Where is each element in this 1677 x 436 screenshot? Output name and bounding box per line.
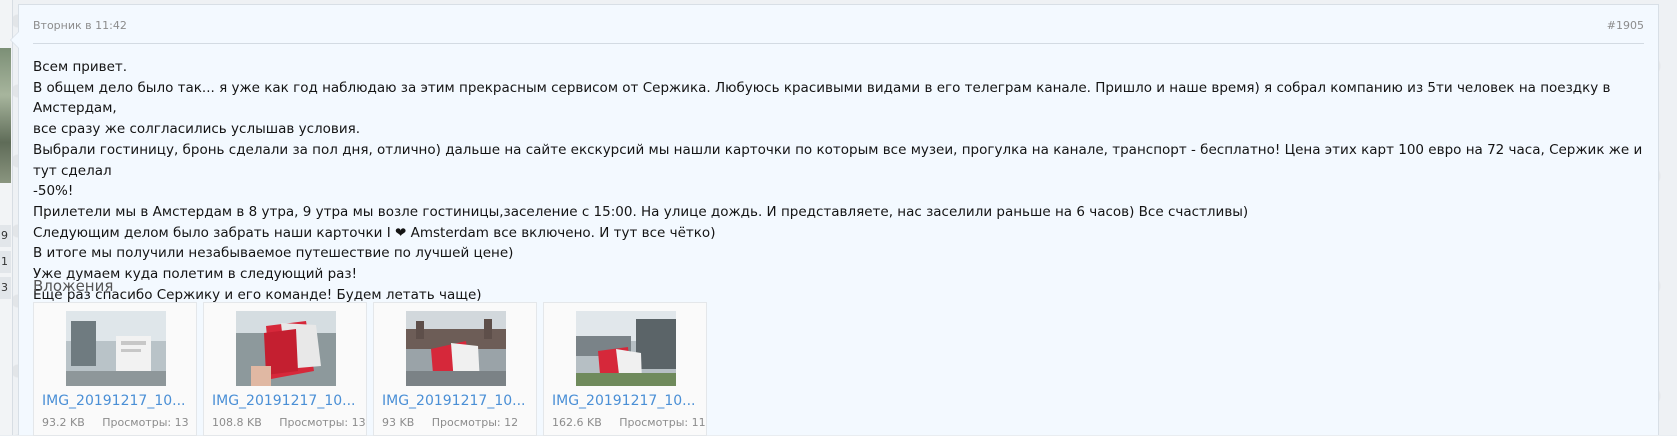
user-avatar[interactable] — [0, 48, 11, 183]
message-line: все сразу же солгласились услышав услови… — [33, 121, 361, 138]
attachment-size: 93 KB — [382, 416, 415, 429]
message-line: Следующим делом было забрать наши карточ… — [33, 224, 716, 241]
attachment-item[interactable]: IMG_20191217_10... 108.8 KB Просмотры: 1… — [203, 302, 367, 436]
attachment-thumbnail[interactable] — [406, 311, 506, 386]
user-stat-3: 3 — [0, 277, 11, 299]
message-permalink[interactable]: #1905 — [1607, 19, 1644, 32]
message-line: Выбрали гостиницу, бронь сделали за пол … — [33, 141, 1643, 179]
user-stat-2: 1 — [0, 251, 11, 273]
photo-image — [66, 311, 166, 386]
attachment-filename[interactable]: IMG_20191217_10... — [212, 393, 362, 409]
attachment-views: Просмотры: 13 — [279, 416, 366, 429]
photo-image — [576, 311, 676, 386]
message-line: Прилетели мы в Амстердам в 8 утра, 9 утр… — [33, 203, 1249, 220]
message-line: В общем дело было так... я уже как год н… — [33, 79, 1611, 117]
attachment-views: Просмотры: 12 — [431, 416, 519, 429]
attachment-meta: 93.2 KB Просмотры: 13 — [42, 416, 194, 429]
attachment-item[interactable]: IMG_20191217_10... 93 KB Просмотры: 12 — [373, 302, 537, 436]
attachment-filename[interactable]: IMG_20191217_10... — [552, 393, 702, 409]
attachment-size: 108.8 KB — [212, 416, 262, 429]
attachment-size: 93.2 KB — [42, 416, 85, 429]
attachment-item[interactable]: IMG_20191217_10... 162.6 KB Просмотры: 1… — [543, 302, 707, 436]
user-panel-strip: 9 1 3 — [0, 0, 13, 435]
attachment-size: 162.6 KB — [552, 416, 602, 429]
attachment-item[interactable]: IMG_20191217_10... 93.2 KB Просмотры: 13 — [33, 302, 197, 436]
message-line: Уже думаем куда полетим в следующий раз! — [33, 266, 357, 283]
attachment-meta: 162.6 KB Просмотры: 11 — [552, 416, 706, 429]
message-body: Всем привет. В общем дело было так... я … — [33, 57, 1643, 305]
attachment-thumbnail[interactable] — [66, 311, 166, 386]
attachments-list: IMG_20191217_10... 93.2 KB Просмотры: 13… — [33, 302, 707, 436]
user-stat-1: 9 — [0, 225, 11, 247]
attachment-filename[interactable]: IMG_20191217_10... — [382, 393, 532, 409]
attachment-thumbnail[interactable] — [236, 311, 336, 386]
message-line: В итоге мы получили незабываемое путешес… — [33, 245, 514, 262]
attachment-meta: 108.8 KB Просмотры: 13 — [212, 416, 366, 429]
attachment-filename[interactable]: IMG_20191217_10... — [42, 393, 192, 409]
message-header: Вторник в 11:42 #1905 — [33, 5, 1644, 44]
attachment-thumbnail[interactable] — [576, 311, 676, 386]
message-line: -50%! — [33, 183, 74, 200]
photo-image — [236, 311, 336, 386]
photo-image — [406, 311, 506, 386]
message-date[interactable]: Вторник в 11:42 — [33, 19, 127, 32]
attachment-views: Просмотры: 13 — [102, 416, 189, 429]
message-line: Всем привет. — [33, 59, 128, 75]
attachment-views: Просмотры: 11 — [619, 416, 706, 429]
attachment-meta: 93 KB Просмотры: 12 — [382, 416, 534, 429]
attachments-heading: Вложения — [33, 277, 114, 295]
message-card: Вторник в 11:42 #1905 Всем привет. В общ… — [10, 4, 1659, 436]
